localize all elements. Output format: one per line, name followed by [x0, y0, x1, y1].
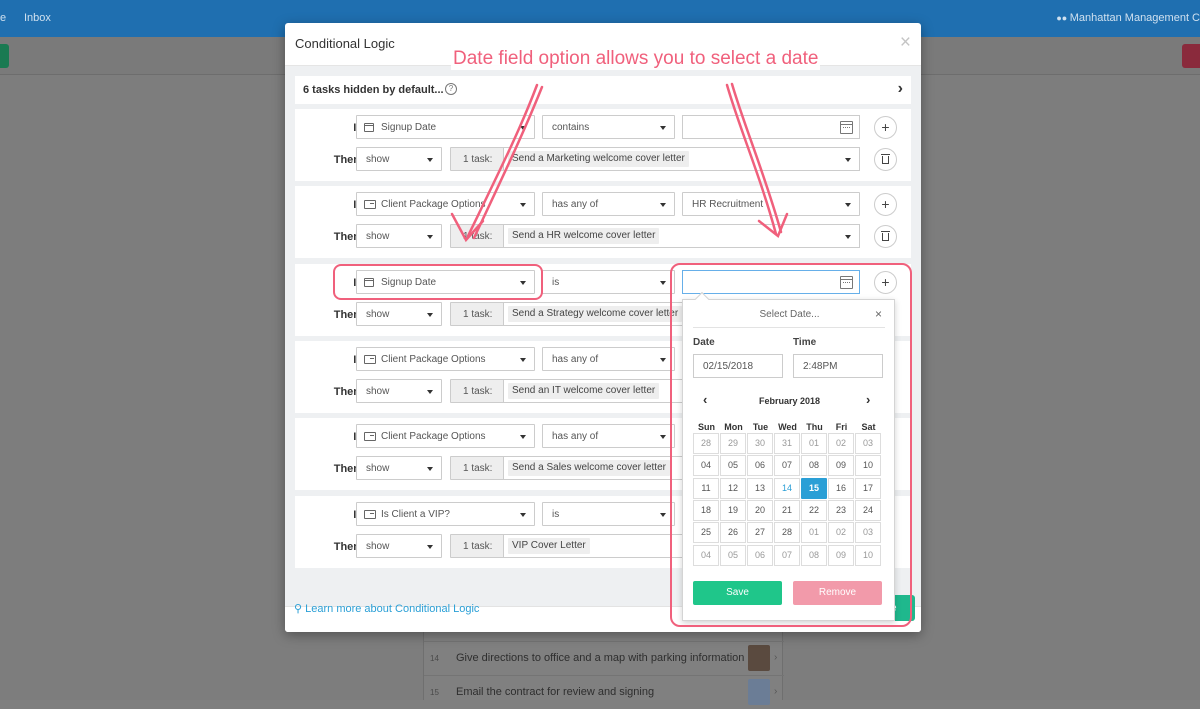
arrow-to-field: [450, 83, 544, 243]
annotation-caption: Date field option allows you to select a…: [451, 48, 821, 70]
arrow-to-picker: [725, 82, 789, 239]
annotation-arrows: [450, 82, 789, 243]
